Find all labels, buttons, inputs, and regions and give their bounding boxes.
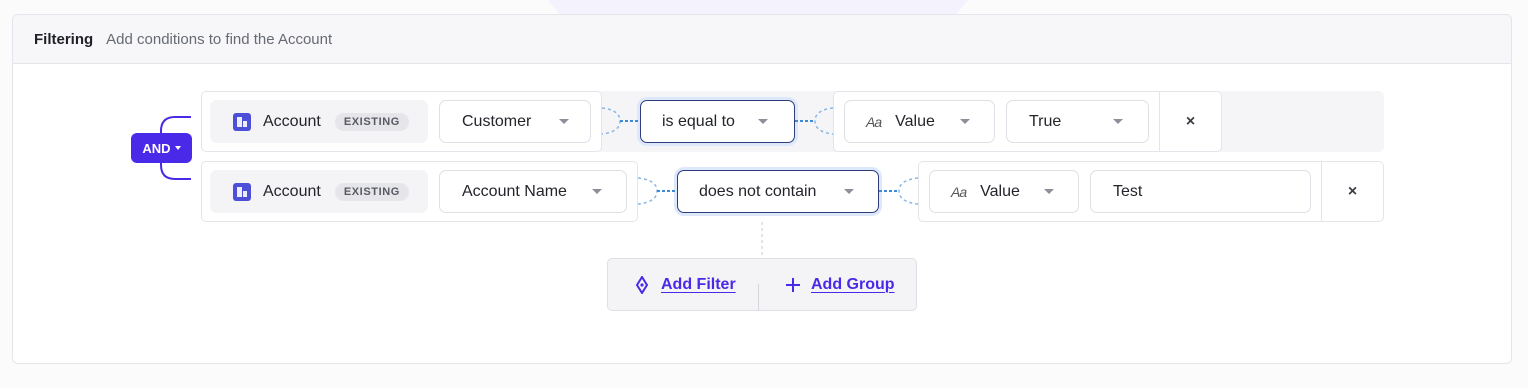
building-icon — [233, 182, 251, 201]
chevron-down-icon — [559, 119, 569, 124]
text-case-icon: Aa — [951, 183, 967, 200]
value-label: True — [1029, 112, 1062, 130]
operator-dropdown[interactable]: does not contain — [677, 170, 879, 213]
add-filter-button[interactable]: Add Filter — [634, 259, 736, 310]
existing-badge: EXISTING — [334, 182, 409, 201]
filter-node-icon — [635, 275, 649, 294]
panel-header: Filtering Add conditions to find the Acc… — [13, 15, 1511, 64]
entity-label: Account — [263, 112, 321, 130]
operator-label: is equal to — [662, 112, 735, 130]
value-type-dropdown[interactable]: Aa Value — [844, 100, 995, 143]
chevron-down-icon — [174, 146, 181, 150]
operator-label: does not contain — [699, 182, 817, 200]
add-group-button[interactable]: Add Group — [785, 259, 895, 310]
building-icon — [233, 112, 251, 131]
entity-selector[interactable]: Account EXISTING — [210, 170, 428, 213]
text-case-icon: Aa — [866, 113, 882, 130]
add-actions-bar: Add Filter Add Group — [607, 258, 917, 311]
field-label: Account Name — [462, 182, 567, 200]
chevron-down-icon — [1113, 119, 1123, 124]
and-operator-toggle[interactable]: AND — [131, 133, 192, 163]
entity-label: Account — [263, 182, 321, 200]
value-type-dropdown[interactable]: Aa Value — [929, 170, 1079, 213]
add-filter-label: Add Filter — [661, 275, 736, 293]
remove-filter-button[interactable]: × — [1159, 92, 1221, 152]
plus-icon — [786, 277, 800, 292]
existing-badge: EXISTING — [334, 112, 409, 131]
entity-selector[interactable]: Account EXISTING — [210, 100, 428, 143]
field-dropdown[interactable]: Customer — [439, 100, 591, 143]
chevron-down-icon — [844, 189, 854, 194]
add-group-label: Add Group — [811, 275, 895, 293]
and-label: AND — [142, 140, 171, 156]
value-type-label: Value — [895, 112, 935, 130]
panel-subtitle: Add conditions to find the Account — [106, 30, 333, 48]
value-input-text: Test — [1113, 182, 1143, 200]
chevron-down-icon — [592, 189, 602, 194]
field-dropdown[interactable]: Account Name — [439, 170, 627, 213]
actions-divider — [758, 284, 759, 310]
field-label: Customer — [462, 112, 532, 130]
close-icon: × — [1347, 183, 1358, 200]
chevron-down-icon — [758, 119, 768, 124]
value-dropdown[interactable]: True — [1006, 100, 1149, 143]
close-icon: × — [1185, 113, 1196, 130]
value-text-input[interactable]: Test — [1090, 170, 1311, 213]
chevron-down-icon — [960, 119, 970, 124]
value-type-label: Value — [980, 182, 1020, 200]
remove-filter-button[interactable]: × — [1321, 162, 1383, 222]
panel-title: Filtering — [34, 30, 94, 48]
chevron-down-icon — [1044, 189, 1054, 194]
operator-dropdown[interactable]: is equal to — [640, 100, 795, 143]
